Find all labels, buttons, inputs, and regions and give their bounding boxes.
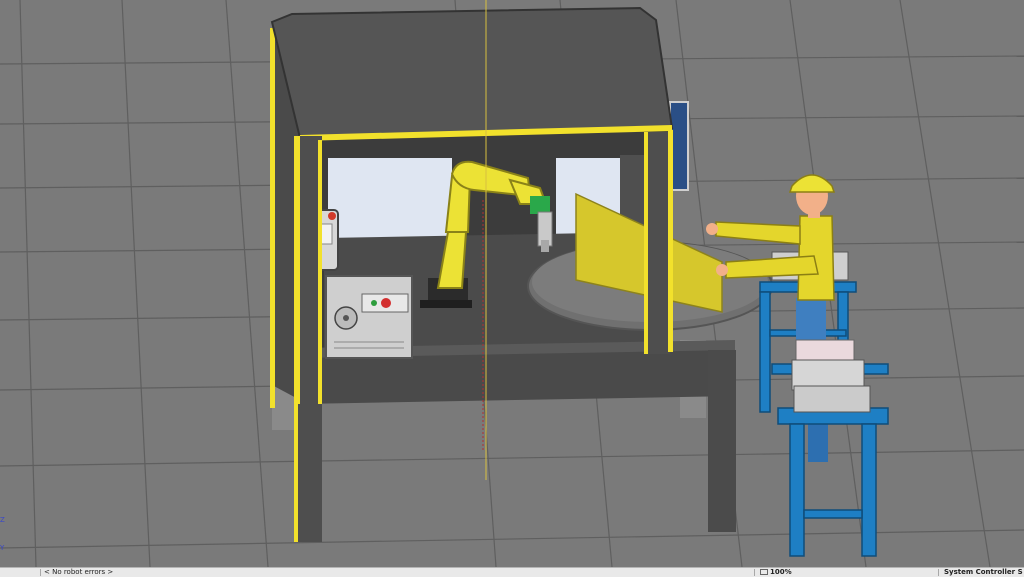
robot-end-effector-tip <box>541 240 549 252</box>
table-leg-front-right <box>708 350 736 532</box>
status-messages[interactable]: < No robot errors > <box>44 568 113 577</box>
zoom-level: 100% <box>770 568 792 576</box>
controller-estop-button <box>381 298 391 308</box>
controller-start-button <box>371 300 377 306</box>
front-frame-right <box>648 132 670 354</box>
status-controller[interactable]: System Controller S <box>944 568 1023 577</box>
robot-base-plate <box>420 300 472 308</box>
enclosure-roof <box>270 6 674 140</box>
enclosure-left-yellow-edge <box>270 28 275 408</box>
status-divider <box>40 569 41 576</box>
robot-tool-flange <box>530 196 550 214</box>
status-divider <box>938 569 939 576</box>
controller-fan-hub <box>343 315 349 321</box>
axis-z-label: Z <box>0 516 5 524</box>
zoom-icon <box>760 569 768 575</box>
status-bar: < No robot errors > 100% System Controll… <box>0 567 1024 577</box>
status-zoom[interactable]: 100% <box>760 568 792 577</box>
back-wall-panel <box>328 158 452 240</box>
table-leg-front-left <box>298 404 322 542</box>
axis-y-label: Y <box>0 544 5 552</box>
teach-pendant-estop <box>328 212 336 220</box>
status-divider <box>754 569 755 576</box>
front-bin-lower <box>793 385 871 413</box>
front-frame-right-trim <box>644 132 648 354</box>
3d-viewport[interactable] <box>0 0 1024 567</box>
front-frame-right-trim-outer <box>668 130 673 352</box>
